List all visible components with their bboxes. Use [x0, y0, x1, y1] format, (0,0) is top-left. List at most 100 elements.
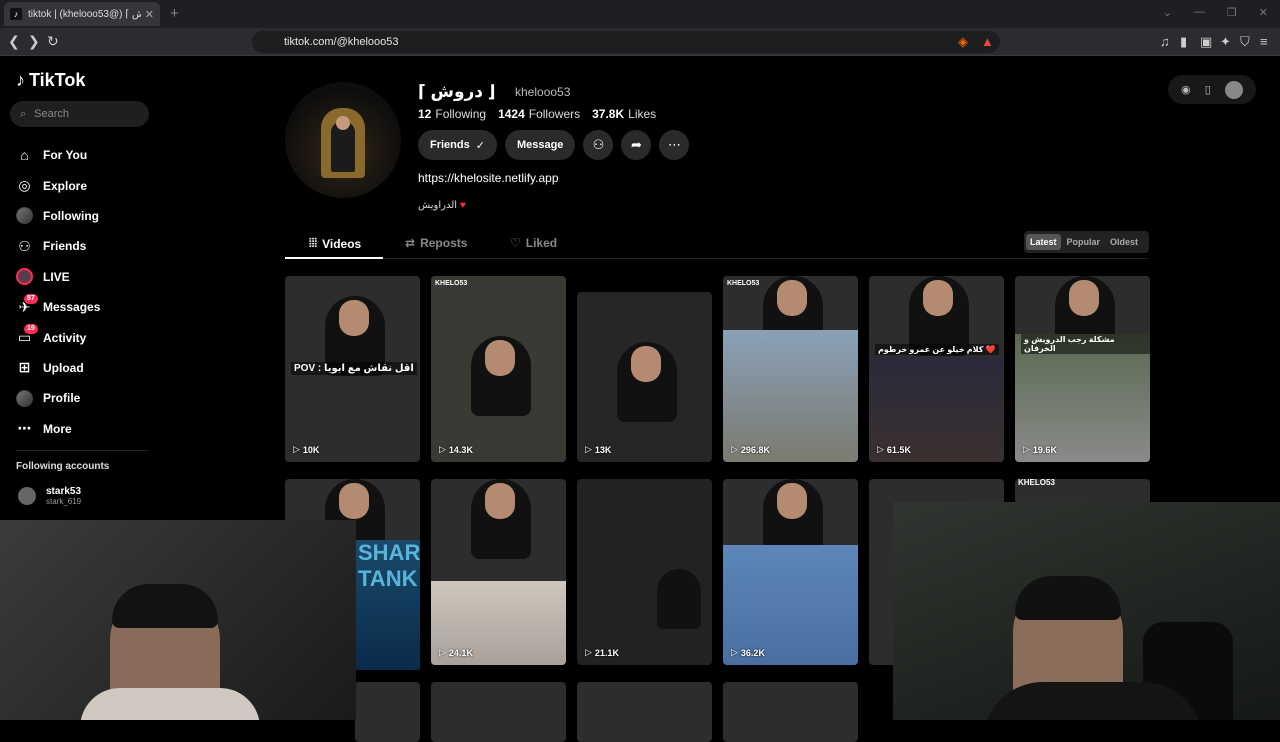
video-thumbnail[interactable]: كلام خيلو عن عمرو خرطوم ❤️ ▷ 61.5K	[869, 276, 1004, 462]
video-thumbnail[interactable]	[431, 682, 566, 742]
sidebar-divider	[16, 450, 149, 451]
video-thumbnail[interactable]: ▷ 21.1K	[577, 479, 712, 665]
reload-icon[interactable]: ↻	[47, 33, 59, 50]
close-window-icon[interactable]: ✕	[1259, 6, 1268, 19]
video-thumbnail[interactable]: POV : اقل نقاش مع ابويا ▷ 10K	[285, 276, 420, 462]
following-stat[interactable]: 12 Following	[418, 107, 486, 121]
following-label: Following	[435, 107, 487, 121]
heart-icon: ♥	[459, 200, 466, 211]
browser-tab[interactable]: ♪ tiktok | (khelooo53@) ⌈ دروش ⌋ ✕	[4, 2, 160, 26]
back-icon[interactable]: ❮	[8, 33, 20, 50]
leo-icon[interactable]: ✦	[1220, 34, 1231, 50]
sidebar-item-following[interactable]: Following	[16, 201, 100, 231]
restore-icon[interactable]: ❐	[1227, 6, 1237, 19]
sidebar-item-messages[interactable]: ✈ 87 Messages	[16, 292, 100, 322]
tab-reposts[interactable]: ⇄ Reposts	[405, 236, 467, 250]
friends-icon: ⚇	[18, 237, 31, 254]
webcam-overlay-right	[893, 502, 1280, 720]
wallet-icon[interactable]: ▣	[1200, 34, 1212, 50]
play-icon: ▷	[293, 444, 300, 454]
view-count: ▷ 19.6K	[1023, 444, 1057, 455]
top-right-controls: ◉ ▯	[1168, 75, 1256, 104]
sidebar-item-label: LIVE	[43, 269, 70, 284]
followers-stat[interactable]: 1424 Followers	[498, 107, 580, 121]
profile-display-name: ⌈ دروش ⌋	[418, 82, 496, 101]
message-button[interactable]: Message	[504, 130, 576, 160]
friends-button[interactable]: Friends ✓	[418, 130, 497, 160]
following-count: 12	[418, 107, 432, 121]
tiktok-logo[interactable]: ♪ TikTok	[16, 70, 85, 91]
play-icon: ▷	[731, 647, 738, 657]
vpn-icon[interactable]: ⛉	[1240, 34, 1250, 50]
play-icon: ▷	[731, 444, 738, 454]
new-tab-icon[interactable]: +	[170, 5, 179, 22]
play-icon: ▷	[585, 647, 592, 657]
webcam-overlay-left	[0, 520, 356, 720]
sidebar-item-label: Activity	[43, 330, 87, 345]
tiktok-favicon-icon: ♪	[10, 8, 22, 20]
sidebar-item-live[interactable]: LIVE	[16, 262, 100, 292]
device-icon[interactable]: ▯	[1205, 83, 1211, 96]
more-options-icon[interactable]: ⋯	[659, 130, 690, 160]
tiktok-note-icon: ♪	[16, 70, 25, 90]
upload-icon: ⊞	[18, 359, 31, 376]
profile-stats: 12 Following 1424 Followers 37.8K Likes	[418, 107, 656, 121]
view-count: ▷ 21.1K	[585, 647, 619, 658]
sidebar-nav: ⌂ For You ◎ Explore Following ⚇ Friends …	[16, 140, 100, 444]
address-bar[interactable]: tiktok.com/@khelooo53	[252, 31, 1000, 53]
coins-icon[interactable]: ◉	[1181, 83, 1191, 96]
rewards-icon[interactable]: ▲	[981, 34, 994, 49]
avatar[interactable]	[1224, 80, 1243, 99]
video-thumbnail[interactable]: مشكلة رجب الدرويش و الخرفان ▷ 19.6K	[1015, 276, 1150, 462]
video-thumbnail[interactable]: ▷ 36.2K	[723, 479, 858, 665]
account-handle: stark_619	[46, 497, 82, 506]
add-friend-icon[interactable]: ⚇	[583, 130, 614, 160]
sidebar-item-friends[interactable]: ⚇ Friends	[16, 231, 100, 261]
forward-icon[interactable]: ❯	[28, 33, 40, 50]
video-thumbnail[interactable]: ▷ 13K	[577, 292, 712, 462]
view-count: ▷ 14.3K	[439, 444, 473, 455]
profile-avatar	[285, 82, 401, 198]
more-icon: ⋯	[17, 420, 32, 437]
profile-link[interactable]: https://khelosite.netlify.app	[418, 171, 559, 185]
close-tab-icon[interactable]: ✕	[145, 8, 154, 21]
heart-outline-icon: ♡	[510, 236, 521, 250]
sidebar-item-more[interactable]: ⋯ More	[16, 414, 100, 444]
following-account[interactable]: stark53 stark_619	[18, 486, 81, 506]
brave-shield-icon[interactable]: ◈	[958, 34, 968, 50]
search-icon: ⌕	[20, 107, 27, 120]
sort-toggle: Latest Popular Oldest	[1024, 231, 1149, 253]
sidebar-item-upload[interactable]: ⊞ Upload	[16, 353, 100, 383]
messages-badge: 87	[24, 293, 38, 304]
video-thumbnail[interactable]	[355, 682, 420, 742]
tab-label: Liked	[525, 236, 558, 250]
video-thumbnail[interactable]: ▷ 24.1K	[431, 479, 566, 665]
sort-popular[interactable]: Popular	[1063, 234, 1105, 250]
search-input[interactable]: ⌕ Search	[10, 101, 149, 127]
video-thumbnail[interactable]	[577, 682, 712, 742]
view-count: ▷ 36.2K	[731, 647, 765, 658]
sidebar-item-label: More	[43, 421, 72, 436]
account-name: stark53	[46, 486, 82, 497]
sidebar-item-profile[interactable]: Profile	[16, 383, 100, 413]
sort-oldest[interactable]: Oldest	[1106, 234, 1142, 250]
video-thumbnail[interactable]: KHELO53 ▷ 14.3K	[431, 276, 566, 462]
chevron-down-icon[interactable]: ⌄	[1163, 6, 1172, 19]
video-thumbnail[interactable]	[723, 682, 858, 742]
tab-label: Reposts	[420, 236, 468, 250]
friends-button-label: Friends	[430, 139, 470, 151]
sidebar-item-explore[interactable]: ◎ Explore	[16, 170, 100, 200]
avatar	[18, 487, 36, 505]
share-icon[interactable]: ➦	[621, 130, 652, 160]
sidebar-item-activity[interactable]: ▭ 19 Activity	[16, 322, 100, 352]
profile-tabs: ⦙⦙⦙ Videos ⇄ Reposts ♡ Liked	[285, 231, 1149, 259]
tab-liked[interactable]: ♡ Liked	[510, 236, 557, 250]
sidebar-toggle-icon[interactable]: ▮	[1180, 34, 1187, 50]
sidebar-item-for-you[interactable]: ⌂ For You	[16, 140, 100, 170]
minimize-icon[interactable]: —	[1194, 6, 1205, 19]
media-icon[interactable]: ♫	[1160, 34, 1170, 49]
video-thumbnail[interactable]: KHELO53 ▷ 296.8K	[723, 276, 858, 462]
tab-videos[interactable]: ⦙⦙⦙ Videos	[309, 236, 361, 251]
sort-latest[interactable]: Latest	[1026, 234, 1061, 250]
menu-icon[interactable]: ≡	[1260, 34, 1268, 49]
